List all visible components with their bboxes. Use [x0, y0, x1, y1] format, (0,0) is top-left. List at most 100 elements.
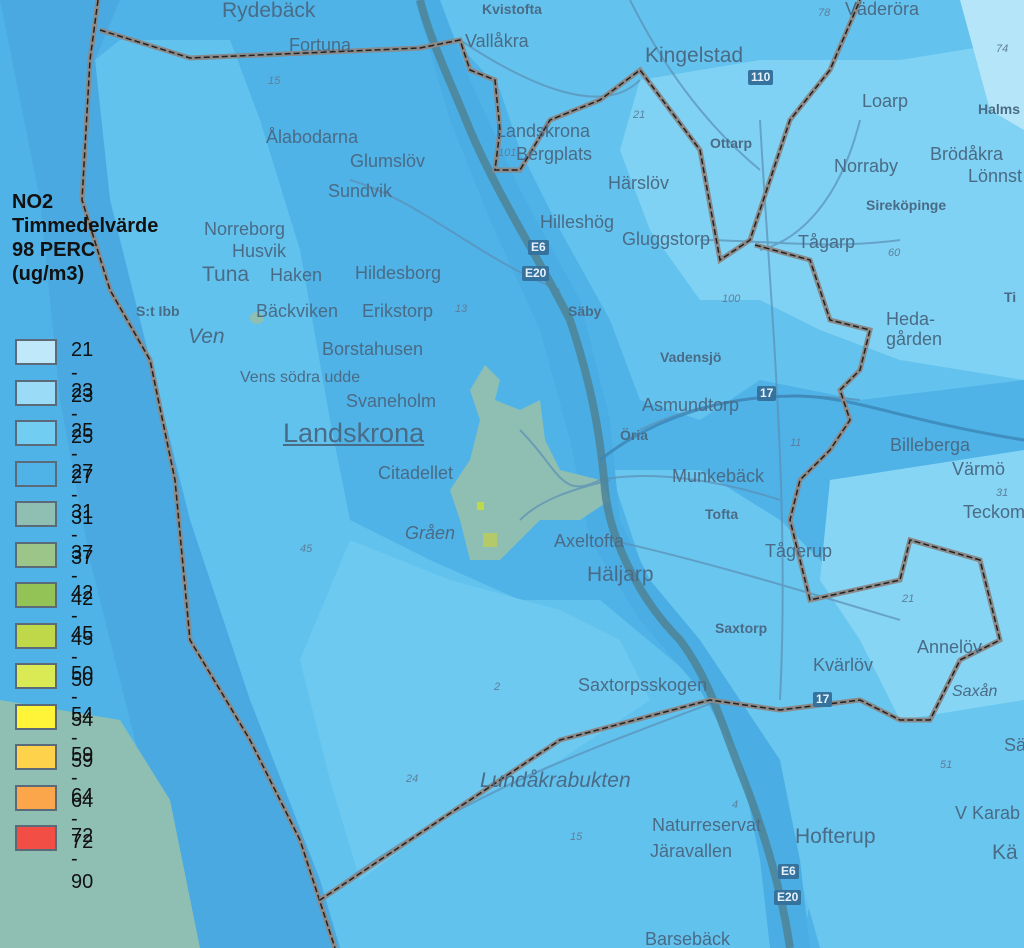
- place-kvarlov: Kvärlöv: [813, 655, 874, 675]
- place-halms: Halms: [978, 101, 1021, 117]
- place-saby: Säby: [568, 303, 602, 319]
- place-brodakra: Brödåkra: [930, 144, 1004, 164]
- legend-swatch: [15, 784, 57, 811]
- road-number: 21: [902, 593, 915, 605]
- place-vallakra: Vallåkra: [465, 31, 529, 51]
- place-saxan: Saxån: [952, 683, 998, 700]
- place-stibb: S:t Ibb: [136, 303, 180, 319]
- road-number: 2: [494, 681, 501, 693]
- place-haken: Haken: [270, 265, 323, 285]
- place-landskrona-bergplats: Landskrona: [496, 121, 591, 141]
- place-svaneholm: Svaneholm: [346, 391, 437, 411]
- place-sa: Sä: [1004, 735, 1024, 755]
- place-vaderora: Väderöra: [845, 0, 920, 19]
- place-citadellet: Citadellet: [378, 463, 454, 483]
- legend-swatch: [15, 663, 57, 689]
- place-husvik: Husvik: [232, 241, 287, 261]
- place-kvistofta: Kvistofta: [482, 1, 542, 17]
- no2-concentration-map: [0, 0, 1024, 948]
- place-haljarp: Häljarp: [587, 563, 654, 586]
- legend-swatch: [15, 501, 57, 527]
- legend-title-line: (ug/m3): [12, 263, 85, 285]
- place-glumslov: Glumslöv: [350, 151, 426, 171]
- map-legend: NO2 Timmedelvärde 98 PERC (ug/m3) 21 - 2…: [12, 190, 158, 893]
- road-number: 4: [732, 799, 739, 811]
- place-jaravallen: Järavallen: [650, 841, 733, 861]
- road-number: 45: [300, 543, 313, 555]
- legend-swatch: [15, 379, 57, 406]
- legend-swatch: [15, 582, 57, 608]
- place-munkeback: Munkebäck: [672, 466, 765, 486]
- road-number: 15: [268, 75, 281, 87]
- place-sundvik: Sundvik: [328, 181, 393, 201]
- place-tagarp: Tågarp: [798, 232, 856, 252]
- road-number: 15: [570, 831, 583, 843]
- place-saxtorp: Saxtorp: [715, 620, 768, 636]
- place-gluggstorp: Gluggstorp: [622, 229, 711, 249]
- place-hildesborg: Hildesborg: [355, 263, 442, 283]
- road-number: 11: [790, 437, 802, 449]
- place-hedagarden-2: gården: [886, 329, 943, 349]
- legend-title-line: Timmedelvärde: [12, 215, 159, 237]
- place-hofterup: Hofterup: [795, 825, 876, 848]
- legend-swatch: [15, 541, 57, 568]
- place-axeltofta: Axeltofta: [554, 531, 625, 551]
- road-number: 60: [888, 247, 901, 259]
- road-shield-17-south: 17: [813, 692, 833, 708]
- legend-title: NO2 Timmedelvärde 98 PERC (ug/m3): [12, 190, 158, 286]
- road-shield-e6: E6: [528, 240, 549, 256]
- place-ottarp: Ottarp: [710, 135, 752, 151]
- place-v-karab: V Karab: [955, 803, 1021, 823]
- place-ka: Kä: [992, 841, 1018, 864]
- place-rydeback: Rydebäck: [222, 0, 316, 22]
- road-number: 13: [455, 303, 468, 315]
- legend-swatch: [15, 420, 57, 446]
- legend-swatch: [15, 703, 57, 730]
- road-shield-e6-south: E6: [778, 864, 799, 880]
- place-norreborg: Norreborg: [204, 219, 286, 239]
- legend-swatch: [15, 825, 57, 851]
- place-ven: Ven: [188, 325, 225, 348]
- road-number: 51: [940, 759, 953, 771]
- place-graen: Gråen: [405, 523, 456, 543]
- legend-title-line: NO2: [12, 191, 54, 213]
- place-naturreservat: Naturreservat: [652, 815, 762, 835]
- place-billeberga: Billeberga: [890, 435, 971, 455]
- place-saxtorpsskogen: Saxtorpsskogen: [578, 675, 708, 695]
- place-hedagarden: Heda-: [886, 309, 936, 329]
- place-landskrona: Landskrona: [283, 418, 425, 448]
- road-number: 78: [818, 7, 831, 19]
- place-tofta: Tofta: [705, 506, 739, 522]
- legend-title-line: 98 PERC: [12, 239, 96, 261]
- place-tagerup: Tågerup: [765, 541, 833, 561]
- place-lundakrabukten: Lundåkrabukten: [480, 769, 631, 792]
- legend-swatch: [15, 744, 57, 770]
- place-ti: Ti: [1004, 289, 1017, 305]
- road-number: 21: [633, 109, 646, 121]
- place-oria: Öria: [620, 427, 649, 443]
- map-view[interactable]: Rydebäck Kvistofta Fortuna Vallåkra King…: [0, 0, 1024, 948]
- road-shield-17: 17: [757, 386, 777, 402]
- place-erikstorp: Erikstorp: [362, 301, 434, 321]
- road-number: 24: [406, 773, 419, 785]
- road-number: 100: [722, 293, 741, 305]
- place-annelov: Annelöv: [917, 637, 983, 657]
- place-norraby: Norraby: [834, 156, 899, 176]
- place-fortuna: Fortuna: [289, 35, 352, 55]
- road-number: 74: [996, 43, 1009, 55]
- place-loarp: Loarp: [862, 91, 909, 111]
- zone-37-42-spot: [483, 533, 497, 547]
- road-shield-110: 110: [748, 70, 774, 86]
- legend-swatch: [15, 460, 57, 487]
- place-barseback: Barsebäck: [645, 929, 731, 948]
- place-lonnst: Lönnst: [968, 166, 1023, 186]
- place-alabodarna: Ålabodarna: [266, 127, 359, 147]
- place-tuna: Tuna: [202, 263, 250, 286]
- zone-42-45-spot: [477, 502, 484, 510]
- road-number: 101: [498, 147, 517, 159]
- place-bergplats: Bergplats: [516, 144, 593, 164]
- place-asmundtorp: Asmundtorp: [642, 395, 740, 415]
- legend-label: 72 - 90: [71, 825, 94, 893]
- road-shield-e20: E20: [522, 266, 550, 282]
- road-number: 31: [996, 487, 1009, 499]
